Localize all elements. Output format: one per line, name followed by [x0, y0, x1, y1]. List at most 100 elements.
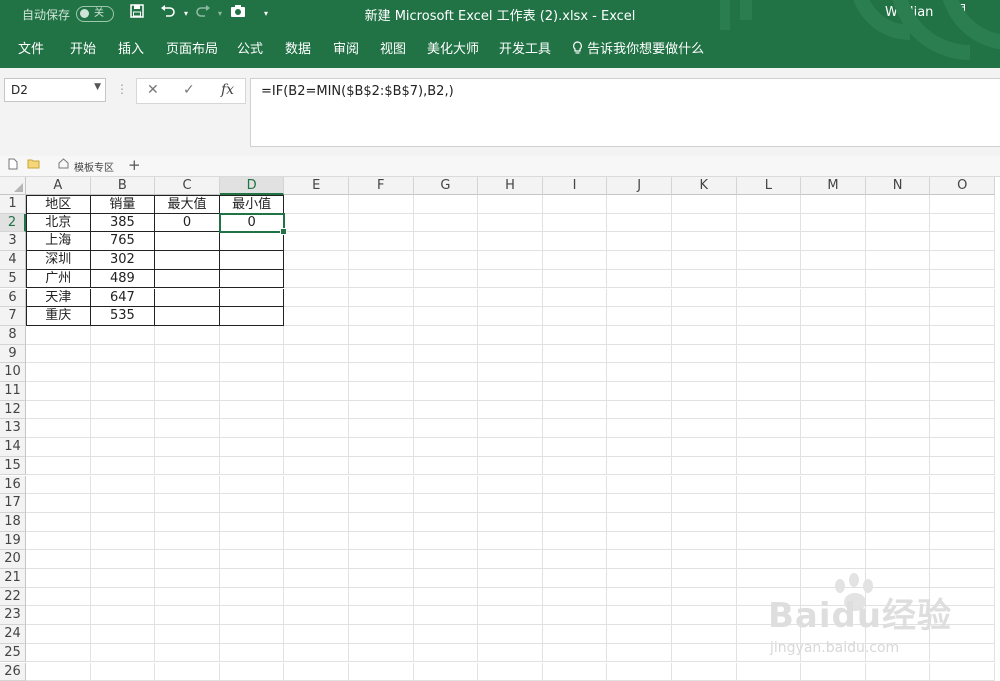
column-header[interactable]: M [801, 177, 866, 195]
cell-M23[interactable] [801, 606, 866, 626]
cell-B22[interactable] [90, 587, 156, 607]
cell-I20[interactable] [542, 550, 608, 569]
cell-H9[interactable] [478, 344, 543, 364]
cell-O5[interactable] [930, 269, 995, 289]
cell-J12[interactable] [607, 400, 672, 420]
cell-A10[interactable] [26, 363, 91, 382]
row-header[interactable]: 20 [0, 550, 26, 569]
cell-H1[interactable] [478, 195, 543, 214]
cell-C15[interactable] [155, 456, 220, 476]
cell-C16[interactable] [155, 475, 220, 495]
cell-E16[interactable] [284, 475, 349, 495]
cell-C12[interactable] [155, 400, 220, 420]
cell-B9[interactable] [90, 344, 156, 364]
cell-D5[interactable] [219, 269, 285, 289]
cell-G25[interactable] [413, 643, 479, 663]
cell-A23[interactable] [26, 606, 91, 626]
cell-F21[interactable] [349, 569, 414, 588]
cell-N3[interactable] [865, 232, 931, 252]
cell-C4[interactable] [155, 251, 220, 270]
cell-D12[interactable] [219, 400, 285, 420]
cell-E22[interactable] [284, 587, 349, 607]
row-header[interactable]: 1 [0, 195, 26, 214]
tab-home[interactable]: 开始 [70, 38, 96, 57]
cell-E1[interactable] [284, 195, 349, 214]
cell-F1[interactable] [349, 195, 414, 214]
cell-O8[interactable] [930, 325, 995, 345]
cell-O2[interactable] [930, 213, 995, 233]
row-header[interactable]: 25 [0, 643, 26, 663]
row-header[interactable]: 14 [0, 438, 26, 457]
cell-D26[interactable] [219, 662, 285, 681]
cell-H6[interactable] [478, 288, 543, 308]
cell-E4[interactable] [284, 251, 349, 270]
cell-G26[interactable] [413, 662, 479, 681]
cell-C3[interactable] [155, 232, 220, 252]
cell-I3[interactable] [542, 232, 608, 252]
cell-K6[interactable] [672, 288, 737, 308]
cell-N21[interactable] [865, 569, 931, 588]
cell-C13[interactable] [155, 419, 220, 439]
cell-I11[interactable] [542, 382, 608, 401]
cell-M14[interactable] [801, 438, 866, 457]
cell-B13[interactable] [90, 419, 156, 439]
row-header[interactable]: 13 [0, 419, 26, 439]
cell-C1[interactable]: 最大值 [155, 195, 220, 214]
cell-C10[interactable] [155, 363, 220, 382]
cell-A4[interactable]: 深圳 [26, 251, 91, 270]
cell-G23[interactable] [413, 606, 479, 626]
cell-N10[interactable] [865, 363, 931, 382]
cell-F20[interactable] [349, 550, 414, 569]
row-header[interactable]: 19 [0, 531, 26, 551]
cell-J15[interactable] [607, 456, 672, 476]
tab-review[interactable]: 审阅 [333, 38, 359, 57]
cell-M2[interactable] [801, 213, 866, 233]
cell-O1[interactable] [930, 195, 995, 214]
cell-H14[interactable] [478, 438, 543, 457]
cell-A12[interactable] [26, 400, 91, 420]
name-box-dropdown-icon[interactable]: ▼ [94, 82, 101, 92]
cell-M11[interactable] [801, 382, 866, 401]
cell-D10[interactable] [219, 363, 285, 382]
cell-O11[interactable] [930, 382, 995, 401]
cell-B25[interactable] [90, 643, 156, 663]
cell-F19[interactable] [349, 531, 414, 551]
new-file-icon[interactable] [8, 158, 18, 173]
cell-L15[interactable] [736, 456, 802, 476]
cell-O22[interactable] [930, 587, 995, 607]
cell-F26[interactable] [349, 662, 414, 681]
cell-D23[interactable] [219, 606, 285, 626]
cell-M26[interactable] [801, 662, 866, 681]
cell-D17[interactable] [219, 494, 285, 513]
cell-E7[interactable] [284, 307, 349, 326]
cell-E3[interactable] [284, 232, 349, 252]
cell-H16[interactable] [478, 475, 543, 495]
insert-function-icon[interactable]: fx [221, 82, 234, 98]
cell-K17[interactable] [672, 494, 737, 513]
row-header[interactable]: 18 [0, 512, 26, 532]
cell-H26[interactable] [478, 662, 543, 681]
cell-B8[interactable] [90, 325, 156, 345]
cell-F14[interactable] [349, 438, 414, 457]
cell-G21[interactable] [413, 569, 479, 588]
cell-M15[interactable] [801, 456, 866, 476]
cell-E8[interactable] [284, 325, 349, 345]
cell-D24[interactable] [219, 625, 285, 644]
tab-formulas[interactable]: 公式 [237, 38, 263, 57]
cell-F22[interactable] [349, 587, 414, 607]
cell-H20[interactable] [478, 550, 543, 569]
cell-N20[interactable] [865, 550, 931, 569]
folder-icon[interactable] [27, 158, 40, 172]
row-header[interactable]: 23 [0, 606, 26, 626]
column-header[interactable]: I [542, 177, 608, 195]
cell-O23[interactable] [930, 606, 995, 626]
cell-A16[interactable] [26, 475, 91, 495]
cell-B26[interactable] [90, 662, 156, 681]
cell-A1[interactable]: 地区 [26, 195, 91, 214]
tab-insert[interactable]: 插入 [118, 38, 144, 57]
cell-F7[interactable] [349, 307, 414, 326]
cell-L19[interactable] [736, 531, 802, 551]
template-zone-tab[interactable]: 模板专区 [74, 159, 114, 174]
cell-M16[interactable] [801, 475, 866, 495]
cell-I14[interactable] [542, 438, 608, 457]
